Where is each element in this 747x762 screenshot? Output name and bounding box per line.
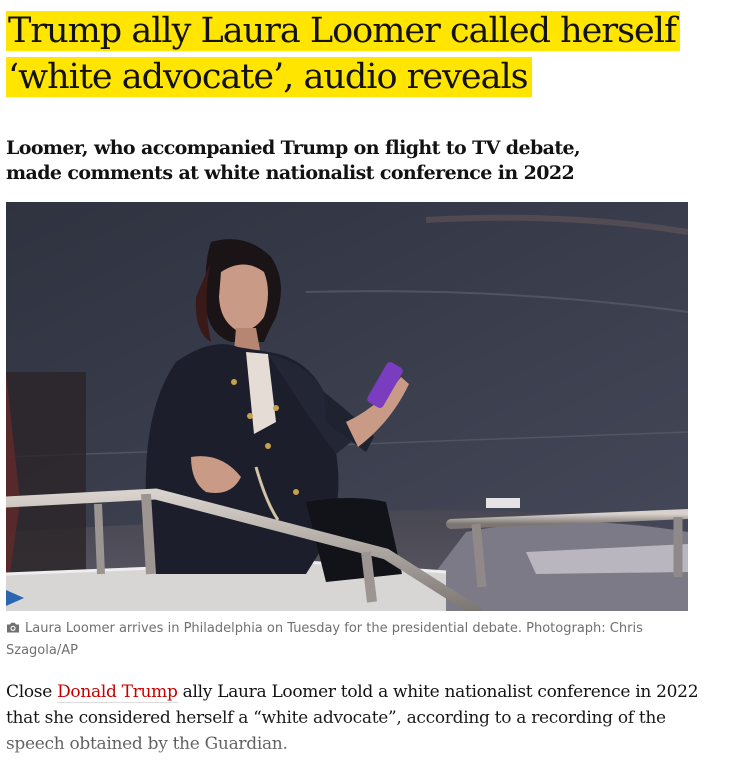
photo-caption: Laura Loomer arrives in Philadelphia on … — [6, 618, 696, 661]
headline-block: Trump ally Laura Loomer called herself ‘… — [6, 8, 746, 100]
headline: Trump ally Laura Loomer called herself ‘… — [6, 8, 746, 100]
caption-text: Laura Loomer arrives in Philadelphia on … — [6, 621, 643, 658]
body-text-start: Close — [6, 682, 58, 702]
article-body-paragraph: Close Donald Trump ally Laura Loomer tol… — [6, 679, 706, 757]
donald-trump-link[interactable]: Donald Trump — [57, 682, 178, 703]
camera-icon — [6, 619, 20, 640]
headline-line-1: Trump ally Laura Loomer called herself — [6, 11, 680, 51]
standfirst: Loomer, who accompanied Trump on flight … — [6, 137, 581, 184]
headline-line-2: ‘white advocate’, audio reveals — [6, 57, 532, 97]
article-photo — [6, 202, 688, 611]
